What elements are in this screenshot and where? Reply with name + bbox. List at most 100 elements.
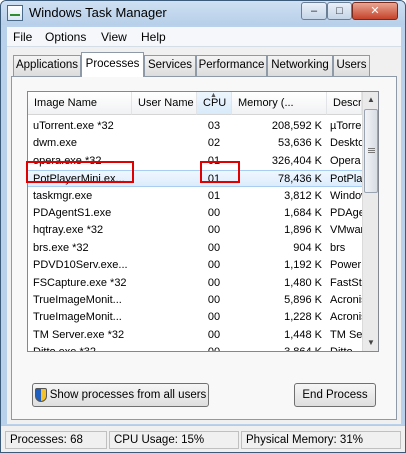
table-row[interactable]: brs.exe *32 00 904 Kbrs	[28, 240, 362, 257]
process-name: FSCapture.exe *32	[33, 276, 127, 289]
process-name: uTorrent.exe *32	[33, 120, 114, 132]
vertical-scrollbar[interactable]: ▲ ▼	[362, 92, 378, 351]
table-row[interactable]: FSCapture.exe *32 00 1,480 K FastSton...	[28, 275, 378, 292]
process-user	[138, 344, 193, 351]
tab-performance[interactable]: Performance	[196, 55, 267, 76]
process-user	[138, 292, 193, 309]
highlight-box-cpu	[200, 161, 240, 183]
process-cpu: 02	[207, 137, 221, 150]
process-cpu: 00	[207, 311, 221, 324]
process-cpu: 01	[207, 189, 221, 202]
column-header-cpu[interactable]: ▲ CPU	[197, 92, 232, 115]
process-list[interactable]: Image Name User Name ▲ CPU Memory (... D…	[27, 91, 379, 352]
table-row[interactable]: taskmgr.exe013,812 KWindows ...	[28, 188, 378, 205]
process-memory: 1,896 K	[284, 224, 322, 237]
grip-icon	[368, 148, 375, 149]
title-bar[interactable]: Windows Task Manager – □ ✕	[1, 1, 405, 25]
table-row[interactable]: TM Server.exe *32001,448 KTM Serve...	[28, 327, 378, 344]
scroll-up-icon[interactable]: ▲	[363, 92, 378, 108]
table-row[interactable]: Ditto.exe *32003,864 KDitto	[28, 344, 362, 351]
menu-options[interactable]: Options	[45, 30, 86, 44]
sort-arrow-icon: ▲	[210, 92, 217, 99]
window-title: Windows Task Manager	[29, 5, 167, 20]
end-process-button[interactable]: End Process	[294, 383, 376, 407]
client-area: Applications Processes Services Performa…	[7, 47, 401, 424]
process-user	[138, 222, 193, 239]
menu-help[interactable]: Help	[141, 30, 166, 44]
show-all-users-button[interactable]: Show processes from all users	[32, 383, 209, 407]
process-memory: 5,896 K	[284, 294, 322, 306]
tab-users[interactable]: Users	[333, 55, 370, 76]
process-memory: 1,448 K	[284, 328, 322, 341]
status-physical-memory: Physical Memory: 31%	[241, 431, 401, 449]
process-memory: 1,684 K	[284, 207, 322, 219]
tab-processes[interactable]: Processes	[81, 52, 144, 77]
process-name: hqtray.exe *32	[33, 224, 104, 237]
process-user	[138, 275, 193, 292]
status-processes: Processes: 68	[5, 431, 107, 449]
process-name: brs.exe *32	[33, 241, 89, 254]
scroll-down-icon[interactable]: ▼	[363, 335, 378, 351]
table-row[interactable]: PDVD10Serv.exe...001,192 KPowerDV...	[28, 257, 378, 274]
process-name: PDVD10Serv.exe...	[33, 259, 128, 272]
status-cpu-usage: CPU Usage: 15%	[109, 431, 239, 449]
column-header-description[interactable]: Description	[327, 92, 362, 115]
minimize-button[interactable]: –	[301, 2, 327, 20]
menu-file[interactable]: File	[13, 30, 32, 44]
process-cpu: 00	[207, 241, 221, 254]
process-name: TM Server.exe *32	[33, 328, 125, 341]
process-name: TrueImageMonit...	[33, 311, 122, 324]
process-memory: 3,864 K	[230, 344, 322, 351]
process-user	[138, 118, 193, 135]
process-memory: 1,480 K	[284, 276, 322, 289]
task-manager-window: Windows Task Manager – □ ✕ File Options …	[0, 0, 406, 453]
process-user	[138, 257, 193, 274]
uac-shield-icon	[34, 387, 47, 402]
process-cpu: 03	[207, 120, 221, 132]
process-memory: 78,436 K	[277, 173, 322, 186]
process-cpu: 00	[202, 344, 226, 351]
table-row[interactable]: TrueImageMonit...005,896 KAcronis Tr...	[28, 292, 378, 309]
process-memory: 208,592 K	[271, 120, 322, 132]
process-memory: 53,636 K	[277, 137, 322, 150]
process-name: taskmgr.exe	[33, 189, 93, 202]
process-user	[138, 171, 193, 188]
column-header-image-name[interactable]: Image Name	[28, 92, 132, 115]
process-user	[138, 153, 193, 170]
process-user	[138, 188, 193, 205]
process-name: Ditto.exe *32	[33, 344, 135, 351]
process-name: PDAgentS1.exe	[33, 207, 112, 219]
column-header-memory[interactable]: Memory (...	[232, 92, 327, 115]
table-row[interactable]: dwm.exe 02 53,636 K Desktop ...	[28, 135, 378, 152]
column-header-user-name[interactable]: User Name	[132, 92, 197, 115]
process-memory: 1,228 K	[284, 311, 322, 324]
table-row[interactable]: PDAgentS1.exe001,684 KPDAgentS...	[28, 205, 378, 222]
table-row[interactable]: uTorrent.exe *32 03 208,592 KµTorrent	[28, 118, 371, 135]
menu-view[interactable]: View	[101, 30, 127, 44]
close-button[interactable]: ✕	[352, 2, 398, 20]
table-row[interactable]: TrueImageMonit...001,228 KAcronis Tr...	[28, 309, 378, 326]
process-memory: 326,404 K	[271, 154, 322, 167]
process-user	[138, 309, 193, 326]
process-cpu: 00	[207, 224, 221, 237]
tab-services[interactable]: Services	[144, 55, 196, 76]
process-cpu: 00	[207, 259, 221, 272]
process-cpu: 00	[207, 294, 221, 306]
process-cpu: 00	[207, 328, 221, 341]
menu-bar: File Options View Help	[7, 27, 401, 47]
table-row[interactable]: hqtray.exe *32001,896 KVMware H...	[28, 222, 378, 239]
process-user	[138, 240, 193, 257]
status-bar: Processes: 68 CPU Usage: 15% Physical Me…	[1, 425, 405, 452]
process-name: dwm.exe	[33, 137, 78, 150]
show-all-users-label: Show processes from all users	[49, 389, 207, 401]
scroll-thumb[interactable]	[364, 109, 378, 193]
process-user	[138, 135, 193, 152]
tab-applications[interactable]: Applications	[13, 55, 81, 76]
maximize-button[interactable]: □	[327, 2, 352, 20]
process-name: TrueImageMonit...	[33, 294, 122, 306]
process-cpu: 00	[207, 276, 221, 289]
task-manager-icon	[7, 5, 23, 21]
tab-networking[interactable]: Networking	[267, 55, 333, 76]
process-memory: 1,192 K	[284, 259, 322, 272]
process-user	[138, 205, 193, 222]
